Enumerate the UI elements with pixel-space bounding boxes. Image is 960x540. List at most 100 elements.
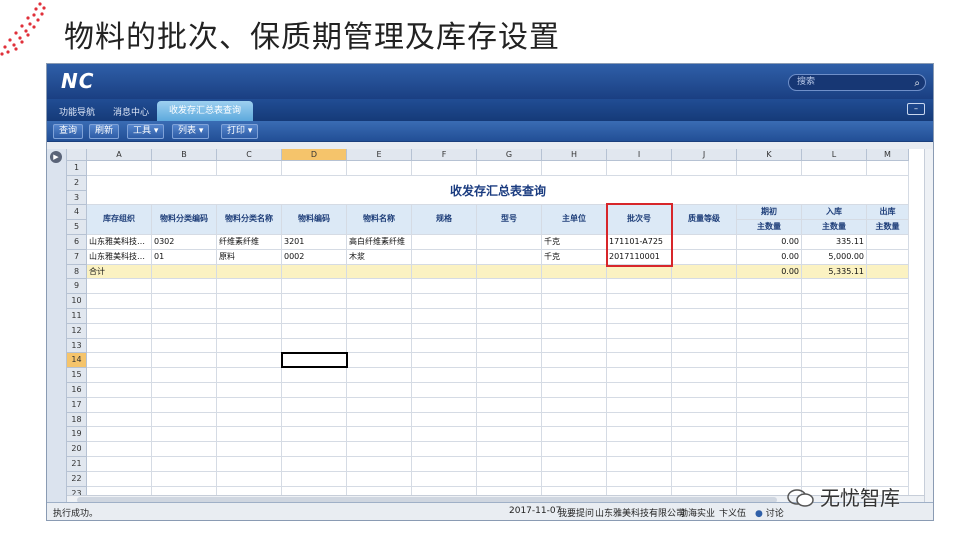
data-cell[interactable] [672,235,737,250]
row-header[interactable]: 6 [67,235,87,250]
grid-cell[interactable] [802,279,867,295]
grid-cell[interactable] [542,323,607,339]
grid-cell[interactable] [477,397,542,413]
grid-cell[interactable] [87,397,152,413]
total-row-cell[interactable] [412,264,477,280]
row-header[interactable]: 19 [67,427,87,443]
grid-cell[interactable] [412,457,477,472]
tab-message-center[interactable]: 消息中心 [113,105,149,118]
grid-cell[interactable] [477,353,542,369]
grid-cell[interactable] [282,457,347,472]
grid-cell[interactable] [152,338,217,354]
tools-button[interactable]: 工具 ▾ [127,124,165,139]
column-header[interactable]: M [867,149,909,161]
grid-cell[interactable] [347,397,412,413]
grid-cell[interactable] [867,412,909,428]
grid-cell[interactable] [607,397,672,413]
grid-cell[interactable] [217,471,282,487]
grid-cell[interactable] [477,442,542,457]
grid-cell[interactable] [802,323,867,339]
total-row-cell[interactable]: 5,335.11 [802,264,867,280]
total-row-cell[interactable]: 合计 [87,264,152,280]
grid-cell[interactable] [87,471,152,487]
search-icon[interactable]: ⌕ [914,76,920,91]
grid-cell[interactable] [477,427,542,443]
grid-cell[interactable] [802,427,867,443]
grid-cell[interactable] [607,471,672,487]
tab-function-nav[interactable]: 功能导航 [59,105,95,118]
grid-cell[interactable] [412,397,477,413]
grid-cell[interactable] [217,427,282,443]
grid-cell[interactable] [477,412,542,428]
grid-cell[interactable] [217,397,282,413]
grid-cell[interactable] [152,323,217,339]
data-cell[interactable]: 0.00 [737,249,802,265]
grid-cell[interactable] [737,442,802,457]
grid-cell[interactable] [152,368,217,383]
grid-cell[interactable] [152,383,217,398]
grid-cell[interactable] [412,383,477,398]
total-row-cell[interactable] [217,264,282,280]
grid-cell[interactable] [87,412,152,428]
grid-cell[interactable] [672,383,737,398]
grid-cell[interactable] [542,309,607,324]
data-cell[interactable]: 0302 [152,235,217,250]
grid-cell[interactable] [802,397,867,413]
grid-cell[interactable] [152,279,217,295]
grid-cell[interactable] [347,368,412,383]
grid-cell[interactable] [282,309,347,324]
grid-cell[interactable] [347,442,412,457]
grid-cell[interactable] [217,279,282,295]
data-cell[interactable]: 原料 [217,249,282,265]
grid-cell[interactable] [737,427,802,443]
grid-cell[interactable] [607,279,672,295]
grid-cell[interactable] [282,412,347,428]
grid-cell[interactable] [347,353,412,369]
data-cell[interactable] [477,235,542,250]
grid-cell[interactable] [542,457,607,472]
column-header[interactable]: L [802,149,867,161]
grid-cell[interactable] [737,279,802,295]
grid-cell[interactable] [867,427,909,443]
grid-cell[interactable] [737,457,802,472]
grid-cell[interactable] [802,294,867,309]
data-cell[interactable]: 01 [152,249,217,265]
grid-cell[interactable] [672,294,737,309]
row-header[interactable]: 9 [67,279,87,295]
grid-cell[interactable] [802,412,867,428]
column-header[interactable]: J [672,149,737,161]
data-cell[interactable] [867,249,909,265]
grid-cell[interactable] [347,427,412,443]
grid-cell[interactable] [152,427,217,443]
grid-cell[interactable] [672,427,737,443]
data-cell[interactable]: 山东雅美科技… [87,249,152,265]
total-row-cell[interactable] [542,264,607,280]
grid-cell[interactable] [87,457,152,472]
data-cell[interactable] [477,249,542,265]
grid-cell[interactable] [282,161,347,176]
grid-cell[interactable] [737,309,802,324]
status-company[interactable]: 山东雅美科技有限公司 [595,506,685,519]
data-cell[interactable] [412,249,477,265]
grid-cell[interactable] [412,368,477,383]
data-cell[interactable]: 千克 [542,235,607,250]
grid-cell[interactable] [542,353,607,369]
grid-cell[interactable] [737,294,802,309]
grid-cell[interactable] [152,471,217,487]
column-header[interactable]: H [542,149,607,161]
data-cell[interactable]: 0.00 [737,235,802,250]
search-input[interactable]: 搜索 ⌕ [788,74,926,91]
row-header[interactable]: 8 [67,264,87,280]
grid-cell[interactable] [282,279,347,295]
grid-cell[interactable] [737,368,802,383]
data-cell[interactable] [412,235,477,250]
total-row-cell[interactable] [347,264,412,280]
row-header[interactable]: 3 [67,190,87,206]
grid-cell[interactable] [412,442,477,457]
grid-cell[interactable] [87,161,152,176]
grid-cell[interactable] [607,323,672,339]
grid-cell[interactable] [542,442,607,457]
grid-cell[interactable] [217,353,282,369]
row-header[interactable]: 7 [67,249,87,265]
grid-cell[interactable] [542,427,607,443]
